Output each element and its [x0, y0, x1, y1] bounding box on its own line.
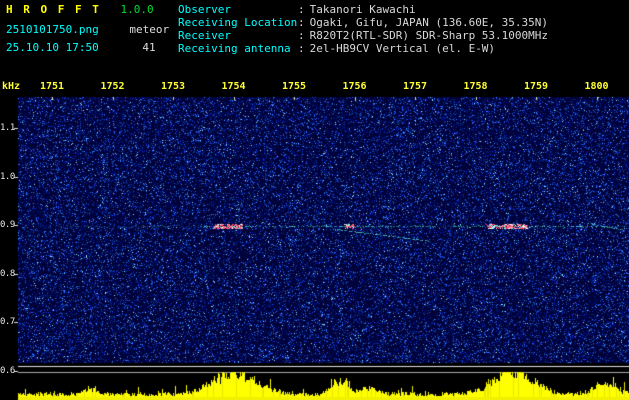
info-value: R820T2(RTL-SDR) SDR-Sharp 53.1000MHz [309, 29, 549, 42]
file-row: 2510101750.png meteor [6, 24, 169, 36]
info-label: Observer [178, 3, 231, 16]
app-title-row: H R O F F T 1.0.0 [6, 4, 169, 16]
info-row-location: Receiving Location: Ogaki, Gifu, JAPAN (1… [178, 16, 548, 29]
info-separator: : [298, 3, 305, 16]
time-tick-label: 1759 [523, 81, 549, 92]
info-label: Receiving Location [178, 16, 298, 29]
info-row-receiver: Receiver: R820T2(RTL-SDR) SDR-Sharp 53.10… [178, 29, 548, 42]
hrofft-output-image: H R O F F T 1.0.0 2510101750.png meteor … [0, 0, 629, 400]
info-value: Takanori Kawachi [309, 3, 416, 16]
info-row-antenna: Receiving antenna:2el-HB9CV Vertical (el… [178, 42, 548, 55]
info-value: Ogaki, Gifu, JAPAN (136.60E, 35.35N) [309, 16, 549, 29]
time-tick-label: 1757 [402, 81, 428, 92]
echo-count: 41 [142, 41, 156, 54]
output-filename: 2510101750.png [6, 23, 99, 36]
info-separator: : [298, 29, 305, 42]
info-label: Receiving antenna [178, 42, 291, 55]
time-tick-label: 1752 [100, 81, 125, 92]
time-tick-label: 1800 [584, 81, 609, 92]
time-tick-label: 1753 [160, 81, 186, 92]
time-tick-label: 1756 [342, 81, 367, 92]
observation-mode: meteor [129, 23, 170, 36]
time-tick-label: 1755 [281, 81, 307, 92]
info-value: 2el-HB9CV Vertical (el. E-W) [309, 42, 496, 55]
observation-datetime: 25.10.10 17:50 [6, 41, 99, 54]
time-tick-label: 1758 [463, 81, 488, 92]
time-tick-label: 1751 [39, 81, 65, 92]
app-title: H R O F F T [6, 3, 101, 16]
info-separator: : [298, 16, 305, 29]
time-axis: 1751 1752 1753 1754 1755 1756 1757 1758 1759 1800 [0, 81, 629, 93]
app-info: H R O F F T 1.0.0 2510101750.png meteor … [6, 4, 169, 54]
app-version: 1.0.0 [120, 3, 154, 16]
info-label: Receiver [178, 29, 231, 42]
datetime-row: 25.10.10 17:50 41 [6, 42, 169, 54]
station-info: Observer: Takanori Kawachi Receiving Loca… [178, 3, 548, 55]
info-row-observer: Observer: Takanori Kawachi [178, 3, 548, 16]
info-separator: : [298, 42, 305, 55]
time-tick-label: 1754 [221, 81, 246, 92]
header: H R O F F T 1.0.0 2510101750.png meteor … [0, 0, 629, 78]
